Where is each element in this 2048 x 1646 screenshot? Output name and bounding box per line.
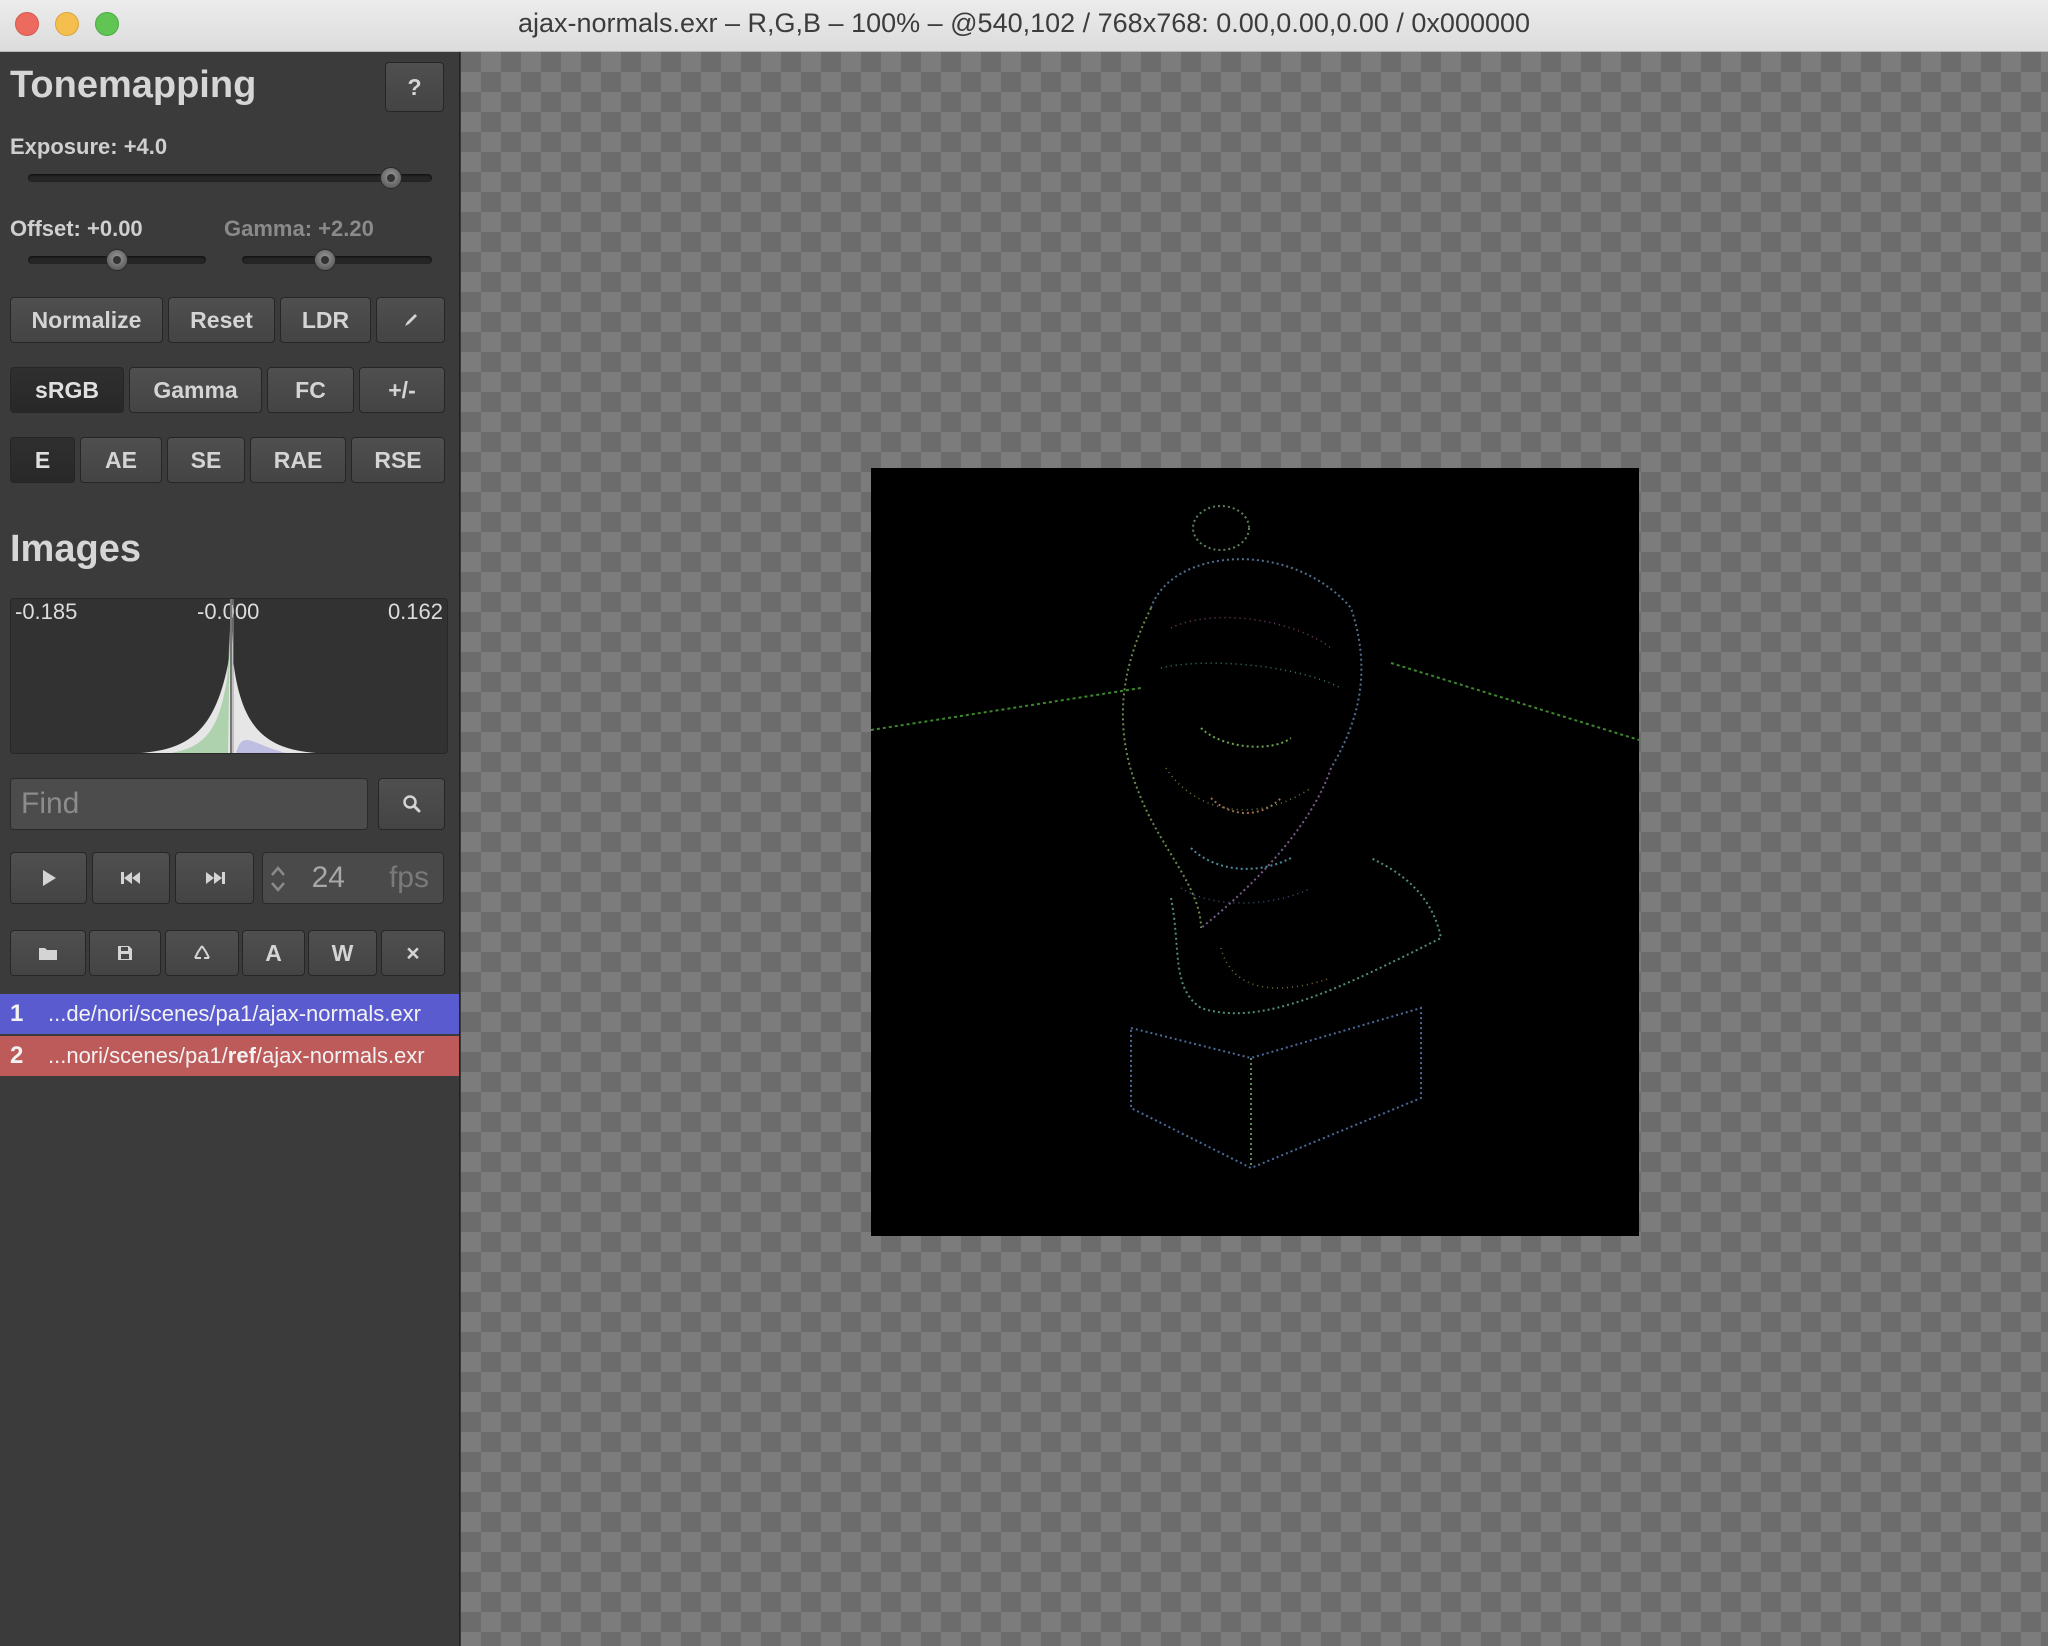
image-path-ref: ref [227,1043,256,1068]
offset-label: Offset: +0.00 [10,216,143,241]
exposure-slider[interactable] [28,174,432,182]
gamma-button[interactable]: Gamma [129,367,262,413]
metric-e-button[interactable]: E [10,437,75,483]
help-button[interactable]: ? [385,62,444,112]
title-bar: ajax-normals.exr – R,G,B – 100% – @540,1… [0,0,2048,52]
exposure-slider-knob[interactable] [380,167,402,189]
image-path: ...nori/scenes/pa1/ref/ajax-normals.exr [48,1036,425,1076]
gamma-slider-knob[interactable] [314,249,336,271]
exposure-label: Exposure: +4.0 [10,134,168,159]
open-button[interactable] [10,930,86,976]
histogram-plot [141,599,316,753]
reset-button[interactable]: Reset [168,297,275,343]
image-list-item-1[interactable]: 1 ...de/nori/scenes/pa1/ajax-normals.exr [0,994,459,1034]
offset-slider-knob[interactable] [106,249,128,271]
plus-minus-button[interactable]: +/- [359,367,445,413]
image-index: 2 [10,1042,24,1069]
srgb-button[interactable]: sRGB [10,367,124,413]
ldr-button[interactable]: LDR [280,297,371,343]
search-icon [402,794,422,814]
metric-rae-button[interactable]: RAE [250,437,346,483]
save-icon [117,945,133,961]
brush-icon [402,311,420,329]
image-path-suffix: /ajax-normals.exr [255,1043,425,1068]
images-heading: Images [10,528,141,570]
tonemapping-heading: Tonemapping [10,64,257,106]
skip-back-icon [120,870,142,886]
skip-forward-icon [204,870,226,886]
play-icon [40,868,58,888]
window-title: ajax-normals.exr – R,G,B – 100% – @540,1… [517,8,1531,38]
search-button[interactable] [378,778,445,830]
image-viewport[interactable] [870,468,1640,1236]
previous-image-button[interactable] [92,852,170,904]
histogram: -0.185 -0.000 0.162 [10,598,448,754]
difference-image [870,505,1640,1170]
gamma-slider[interactable] [242,256,432,264]
next-image-button[interactable] [175,852,254,904]
metric-ae-button[interactable]: AE [80,437,162,483]
fc-button[interactable]: FC [267,367,354,413]
sidebar: Tonemapping ? Exposure: +4.0 Offset: +0.… [0,52,460,1646]
play-button[interactable] [10,852,87,904]
recycle-icon [192,944,212,962]
metric-rse-button[interactable]: RSE [351,437,445,483]
gamma-label: Gamma: +2.20 [224,216,374,241]
image-path: ...de/nori/scenes/pa1/ajax-normals.exr [48,1001,421,1026]
fps-stepper[interactable]: 24 fps [262,852,444,904]
find-input[interactable] [10,778,368,830]
close-image-button[interactable]: × [381,930,445,976]
reload-button[interactable] [165,930,239,976]
stepper-arrows-icon [269,865,287,898]
fps-value: 24 [311,861,345,894]
folder-icon [38,945,58,961]
image-index: 1 [10,1000,24,1027]
reload-all-button[interactable]: A [242,930,305,976]
brush-button[interactable] [376,297,445,343]
image-list-item-2[interactable]: 2 ...nori/scenes/pa1/ref/ajax-normals.ex… [0,1036,459,1076]
image-path-prefix: ...nori/scenes/pa1/ [48,1043,228,1068]
normalize-button[interactable]: Normalize [10,297,163,343]
metric-se-button[interactable]: SE [167,437,245,483]
watch-button[interactable]: W [308,930,377,976]
save-button[interactable] [89,930,161,976]
fps-unit: fps [388,861,429,894]
